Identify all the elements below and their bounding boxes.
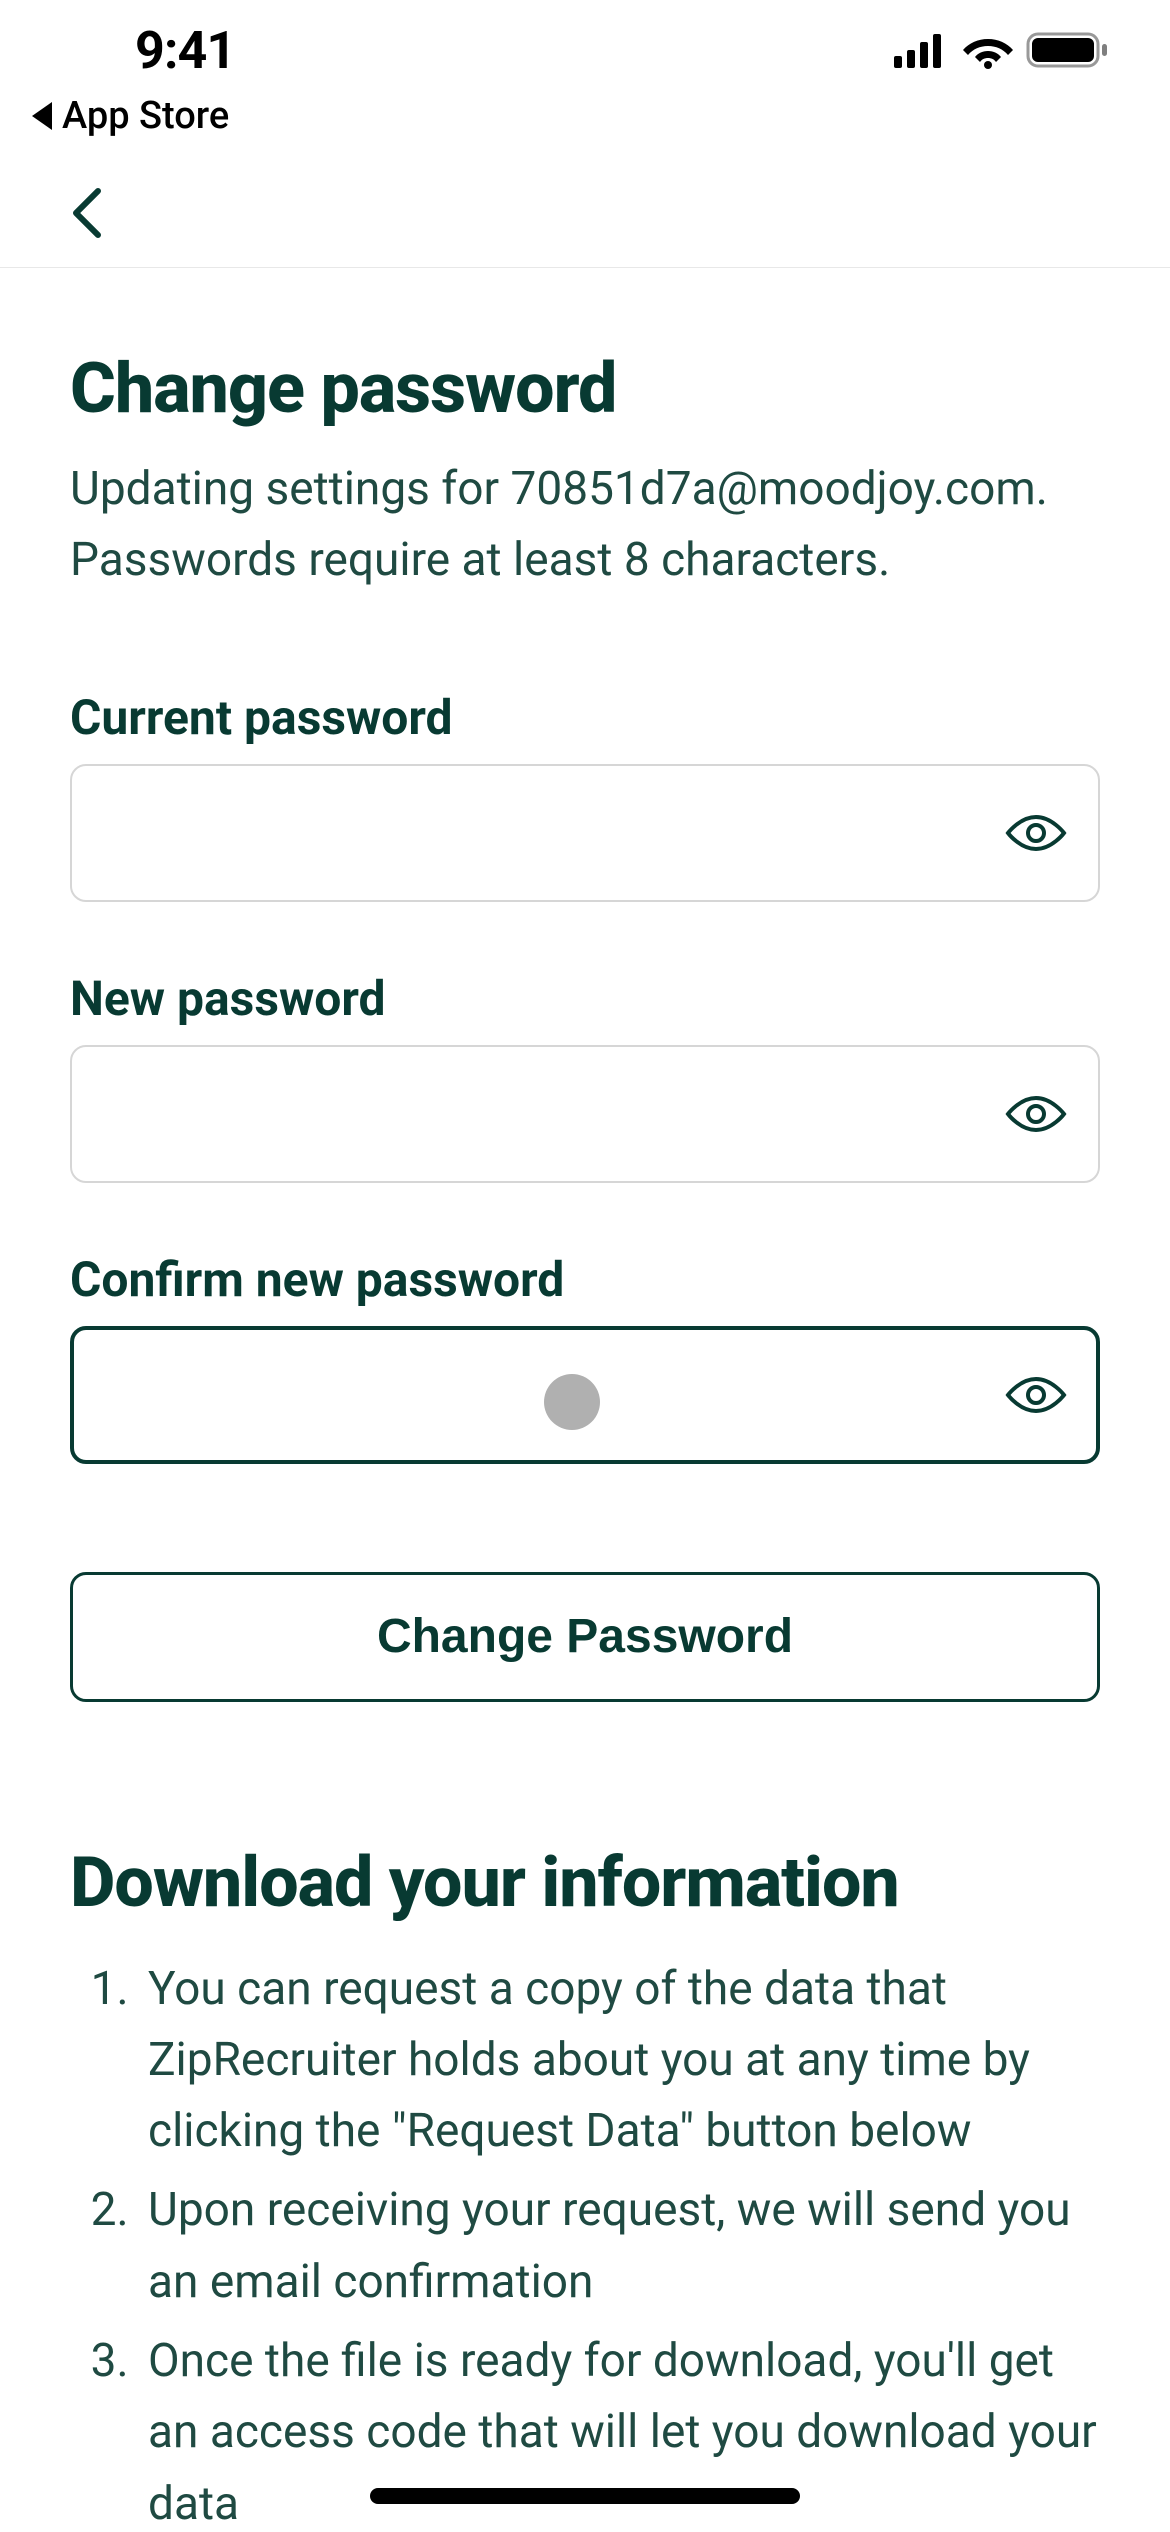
- label-current-password: Current password: [70, 689, 1100, 746]
- label-new-password: New password: [70, 970, 1100, 1027]
- download-title: Download your information: [70, 1842, 1100, 1924]
- back-app-label: App Store: [62, 94, 229, 138]
- wifi-icon: [962, 31, 1014, 69]
- back-to-app-row[interactable]: App Store: [0, 94, 1170, 138]
- back-button[interactable]: [60, 183, 120, 243]
- field-confirm-password: Confirm new password: [70, 1251, 1100, 1464]
- field-new-password: New password: [70, 970, 1100, 1183]
- input-wrapper-current: [70, 764, 1100, 902]
- chevron-left-icon: [60, 183, 120, 243]
- main-content: Change password Updating settings for 70…: [0, 268, 1170, 2532]
- download-steps-list: You can request a copy of the data that …: [70, 1954, 1100, 2532]
- eye-icon: [1004, 1092, 1068, 1136]
- eye-icon: [1004, 811, 1068, 855]
- page-title: Change password: [70, 348, 1100, 430]
- field-current-password: Current password: [70, 689, 1100, 902]
- list-item: Upon receiving your request, we will sen…: [140, 2175, 1100, 2318]
- list-item: You can request a copy of the data that …: [140, 1954, 1100, 2168]
- input-wrapper-new: [70, 1045, 1100, 1183]
- home-indicator[interactable]: [370, 2488, 800, 2504]
- battery-icon: [1026, 30, 1110, 70]
- status-bar: 9:41: [0, 0, 1170, 100]
- toggle-visibility-current[interactable]: [1004, 809, 1068, 857]
- current-password-input[interactable]: [70, 764, 1100, 902]
- page-subtitle: Updating settings for 70851d7a@moodjoy.c…: [70, 454, 1100, 597]
- change-password-button[interactable]: Change Password: [70, 1572, 1100, 1702]
- eye-icon: [1004, 1373, 1068, 1417]
- confirm-password-input[interactable]: [70, 1326, 1100, 1464]
- cellular-icon: [894, 32, 950, 68]
- label-confirm-password: Confirm new password: [70, 1251, 1100, 1308]
- nav-bar: [0, 158, 1170, 268]
- status-icons: [894, 30, 1110, 70]
- toggle-visibility-confirm[interactable]: [1004, 1371, 1068, 1419]
- back-triangle-icon: [32, 102, 52, 130]
- input-wrapper-confirm: [70, 1326, 1100, 1464]
- new-password-input[interactable]: [70, 1045, 1100, 1183]
- download-section: Download your information You can reques…: [70, 1842, 1100, 2532]
- toggle-visibility-new[interactable]: [1004, 1090, 1068, 1138]
- status-time: 9:41: [135, 20, 235, 81]
